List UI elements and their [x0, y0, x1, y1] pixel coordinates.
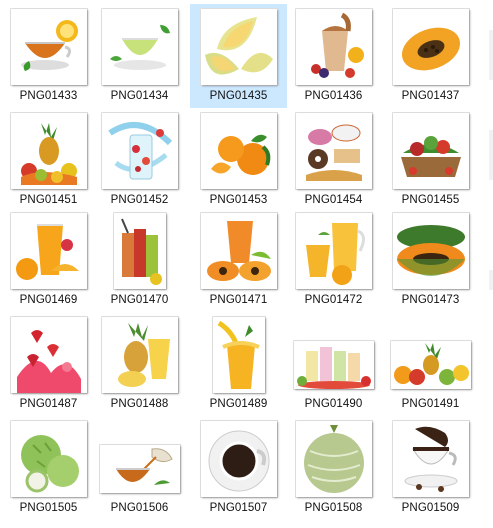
pineapple-splash-icon	[212, 317, 265, 393]
file-name: PNG01435	[209, 90, 268, 102]
melon-slices-icon	[200, 9, 277, 85]
juice-pitcher-icon	[295, 213, 372, 289]
cantaloupe-icon	[295, 421, 372, 497]
file-name: PNG01470	[110, 294, 169, 306]
desserts-icon	[295, 113, 372, 189]
file-tile-png01505[interactable]: PNG01505	[0, 416, 97, 520]
smoothie-row-icon	[293, 341, 374, 389]
file-tile-png01508[interactable]: PNG01508	[285, 416, 382, 520]
juice-glasses-icon	[113, 213, 166, 289]
coffee-splash-icon	[392, 421, 469, 497]
tea-lemon-icon	[10, 9, 87, 85]
strawberry-splash-icon	[10, 317, 87, 393]
file-name: PNG01434	[110, 90, 169, 102]
file-tile-png01452[interactable]: PNG01452	[91, 108, 188, 212]
file-name: PNG01433	[19, 90, 78, 102]
file-name: PNG01508	[304, 502, 363, 514]
file-name: PNG01437	[401, 90, 460, 102]
file-name: PNG01472	[304, 294, 363, 306]
file-tile-png01453[interactable]: PNG01453	[190, 108, 287, 212]
file-tile-png01434[interactable]: PNG01434	[91, 4, 188, 108]
next-column-edge	[489, 270, 493, 290]
file-tile-png01471[interactable]: PNG01471	[190, 208, 287, 312]
papaya-juice-icon	[200, 213, 277, 289]
papaya-half-icon	[392, 9, 469, 85]
file-tile-png01509[interactable]: PNG01509	[382, 416, 479, 520]
file-tile-png01437[interactable]: PNG01437	[382, 4, 479, 108]
teapot-pour-icon	[99, 445, 180, 493]
vegetable-basket-icon	[392, 113, 469, 189]
file-name: PNG01506	[110, 502, 169, 514]
file-tile-png01473[interactable]: PNG01473	[382, 208, 479, 312]
file-name: PNG01491	[401, 398, 460, 410]
custard-apple-icon	[10, 421, 87, 497]
file-name: PNG01490	[304, 398, 363, 410]
file-tile-png01454[interactable]: PNG01454	[285, 108, 382, 212]
file-name: PNG01473	[401, 294, 460, 306]
file-name: PNG01453	[209, 194, 268, 206]
file-name: PNG01469	[19, 294, 78, 306]
next-column-edge	[489, 130, 493, 180]
file-tile-png01433[interactable]: PNG01433	[0, 4, 97, 108]
file-tile-png01469[interactable]: PNG01469	[0, 208, 97, 312]
file-tile-png01435[interactable]: PNG01435	[190, 4, 287, 108]
file-tile-png01451[interactable]: PNG01451	[0, 108, 97, 212]
papaya-halves-icon	[392, 213, 469, 289]
file-name: PNG01487	[19, 398, 78, 410]
file-tile-png01487[interactable]: PNG01487	[0, 312, 97, 416]
file-name: PNG01454	[304, 194, 363, 206]
file-tile-png01455[interactable]: PNG01455	[382, 108, 479, 212]
file-tile-png01470[interactable]: PNG01470	[91, 208, 188, 312]
file-tile-png01507[interactable]: PNG01507	[190, 416, 287, 520]
file-grid: PNG01433 PNG01434 PNG01435 PNG01436 PNG0…	[0, 0, 493, 528]
file-name: PNG01505	[19, 502, 78, 514]
fruit-pile-icon	[10, 113, 87, 189]
file-tile-png01489[interactable]: PNG01489	[190, 312, 287, 416]
file-tile-png01488[interactable]: PNG01488	[91, 312, 188, 416]
orange-juice-icon	[10, 213, 87, 289]
file-tile-png01506[interactable]: PNG01506	[91, 416, 188, 520]
file-name: PNG01507	[209, 502, 268, 514]
smoothie-splash-icon	[295, 9, 372, 85]
oranges-icon	[200, 113, 277, 189]
file-name: PNG01452	[110, 194, 169, 206]
file-tile-png01472[interactable]: PNG01472	[285, 208, 382, 312]
coffee-cup-icon	[200, 421, 277, 497]
file-name: PNG01436	[304, 90, 363, 102]
file-tile-png01436[interactable]: PNG01436	[285, 4, 382, 108]
file-name: PNG01471	[209, 294, 268, 306]
file-name: PNG01451	[19, 194, 78, 206]
next-column-edge	[489, 30, 493, 80]
tropical-fruits-icon	[390, 341, 471, 389]
file-name: PNG01489	[209, 398, 268, 410]
file-name: PNG01455	[401, 194, 460, 206]
splash-glass-icon	[101, 113, 178, 189]
file-name: PNG01488	[110, 398, 169, 410]
pineapple-juice-icon	[101, 317, 178, 393]
file-tile-png01490[interactable]: PNG01490	[285, 312, 382, 416]
file-name: PNG01509	[401, 502, 460, 514]
file-tile-png01491[interactable]: PNG01491	[382, 312, 479, 416]
green-tea-icon	[101, 9, 178, 85]
